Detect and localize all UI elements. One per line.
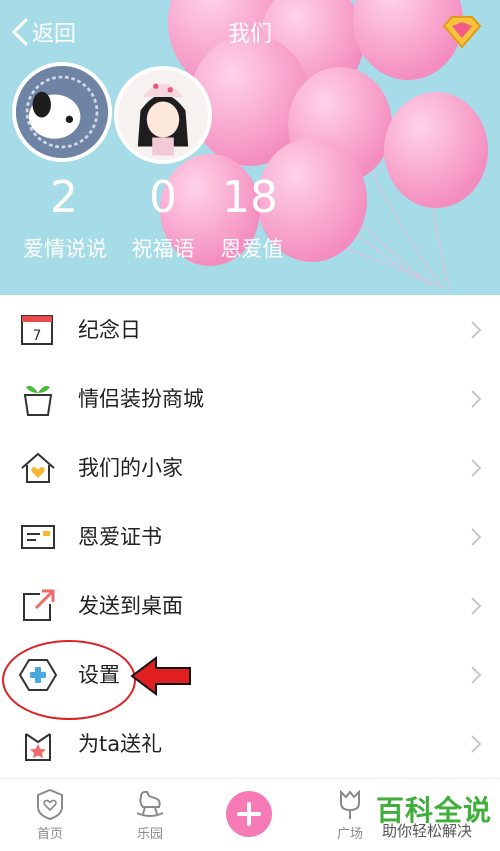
menu-item-send-to-desktop[interactable]: 发送到桌面 — [0, 571, 500, 640]
menu-item-label: 我们的小家 — [78, 456, 183, 480]
menu-item-label: 情侣装扮商城 — [78, 387, 204, 411]
tulip-icon — [340, 789, 360, 819]
stat-label-posts[interactable]: 爱情说说 — [10, 233, 120, 263]
chevron-right-icon — [471, 528, 482, 546]
avatar-partner-one[interactable] — [12, 62, 112, 162]
snoopy-avatar-image — [16, 66, 108, 158]
rocking-horse-icon — [136, 790, 164, 817]
diamond-icon[interactable] — [440, 14, 484, 50]
tab-home[interactable]: 首页 — [10, 787, 90, 842]
chevron-right-icon — [471, 735, 482, 753]
stat-value-blessings: 0 — [149, 172, 177, 223]
stat-value-posts: 2 — [50, 172, 78, 223]
calendar-icon: 7 — [21, 315, 53, 345]
share-to-desktop-icon — [23, 589, 55, 621]
menu-item-label: 发送到桌面 — [78, 594, 183, 618]
tab-label: 首页 — [36, 827, 63, 842]
annotation-circle — [2, 640, 136, 720]
stat-value-affection: 18 — [222, 172, 278, 223]
gift-icon — [25, 733, 51, 761]
top-bar: 返回 我们 — [0, 0, 500, 64]
girl-avatar-image — [118, 70, 208, 160]
home-icon — [21, 452, 55, 483]
menu-item-love-certificate[interactable]: 恩爱证书 — [0, 502, 500, 571]
avatar-partner-two[interactable] — [114, 66, 212, 164]
watermark-slogan: 助你轻松解决 — [382, 822, 473, 840]
annotation-arrow-icon — [130, 656, 191, 696]
menu-item-our-home[interactable]: 我们的小家 — [0, 433, 500, 502]
header-banner: 返回 我们 2 0 18 爱情说说 祝福语 恩爱值 — [0, 0, 500, 295]
chevron-right-icon — [471, 321, 482, 339]
menu-item-label: 为ta送礼 — [78, 732, 163, 756]
chevron-right-icon — [471, 666, 482, 684]
menu-item-label: 纪念日 — [78, 318, 141, 342]
menu-item-anniversary[interactable]: 7 纪念日 — [0, 295, 500, 364]
page-title: 我们 — [227, 22, 272, 47]
add-post-button[interactable] — [226, 791, 272, 837]
calendar-day-text: 7 — [33, 328, 42, 344]
stat-label-affection[interactable]: 恩爱值 — [197, 233, 307, 263]
tab-playground[interactable]: 乐园 — [110, 787, 190, 842]
chevron-right-icon — [471, 390, 482, 408]
tab-label: 乐园 — [136, 827, 163, 842]
chevron-right-icon — [471, 597, 482, 615]
heart-shield-icon — [37, 788, 63, 821]
menu-item-label: 恩爱证书 — [78, 525, 162, 549]
certificate-icon — [21, 525, 55, 549]
plant-pot-icon — [23, 385, 53, 416]
menu-item-couple-shop[interactable]: 情侣装扮商城 — [0, 364, 500, 433]
chevron-right-icon — [471, 459, 482, 477]
